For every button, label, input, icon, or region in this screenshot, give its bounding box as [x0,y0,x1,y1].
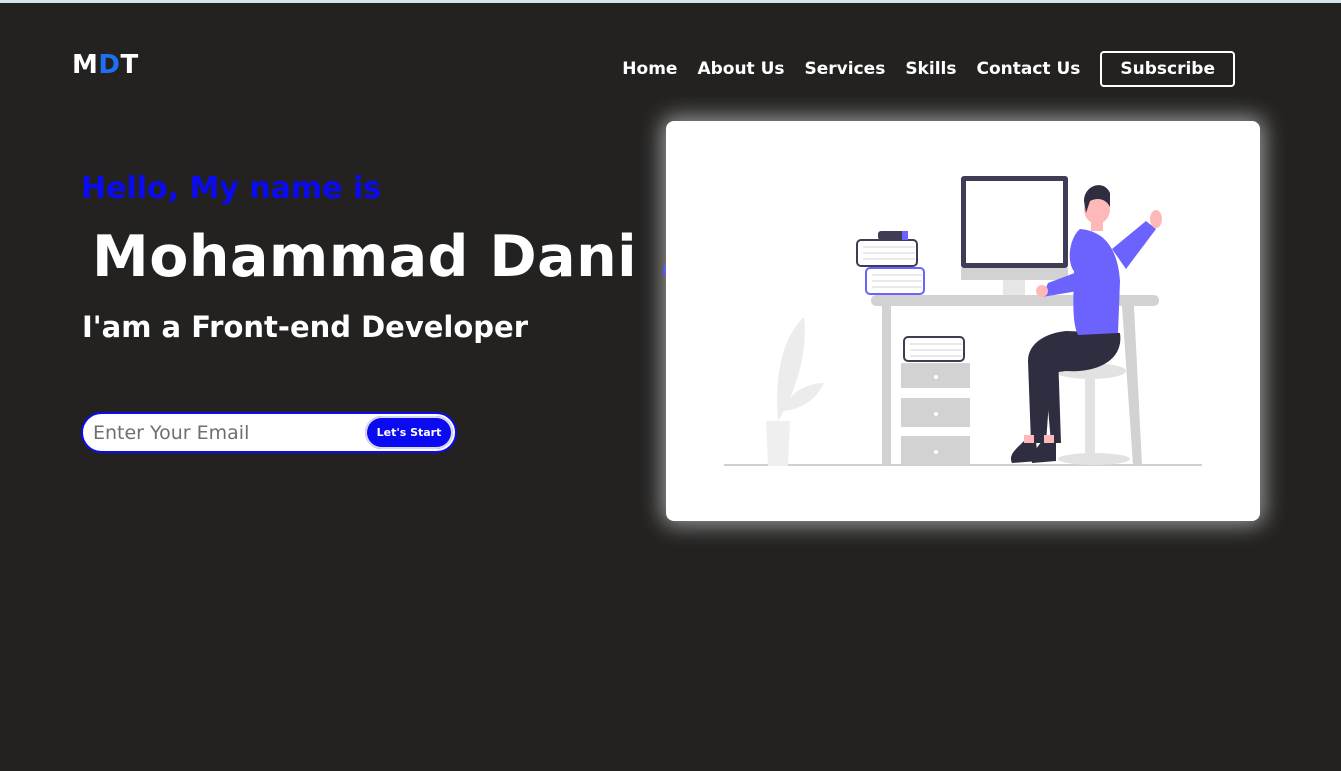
logo-letter-m: M [72,50,99,80]
nav-home[interactable]: Home [622,52,677,86]
nav-services[interactable]: Services [805,52,886,86]
subscribe-button[interactable]: Subscribe [1100,51,1235,87]
hero-illustration-card [666,121,1260,521]
logo-letter-t: T [120,50,139,80]
hero-greeting: Hello, My name is [81,171,382,206]
developer-at-desk-illustration [724,176,1202,466]
logo[interactable]: MDT [72,50,139,80]
top-strip [0,0,1341,3]
nav-contact-us[interactable]: Contact Us [976,52,1080,86]
nav-skills[interactable]: Skills [905,52,956,86]
hero-name-text: Mohammad Dani [92,224,638,290]
hero-role: I'am a Front-end Developer [82,310,529,344]
main-nav: Home About Us Services Skills Contact Us… [602,51,1235,87]
hero-name: Mohammad Dani .T [92,224,719,290]
lets-start-button[interactable]: Let's Start [365,416,453,449]
nav-about-us[interactable]: About Us [697,52,784,86]
logo-letter-d: D [98,50,121,80]
email-input[interactable] [93,416,363,450]
email-signup-form: Let's Start [81,412,457,453]
